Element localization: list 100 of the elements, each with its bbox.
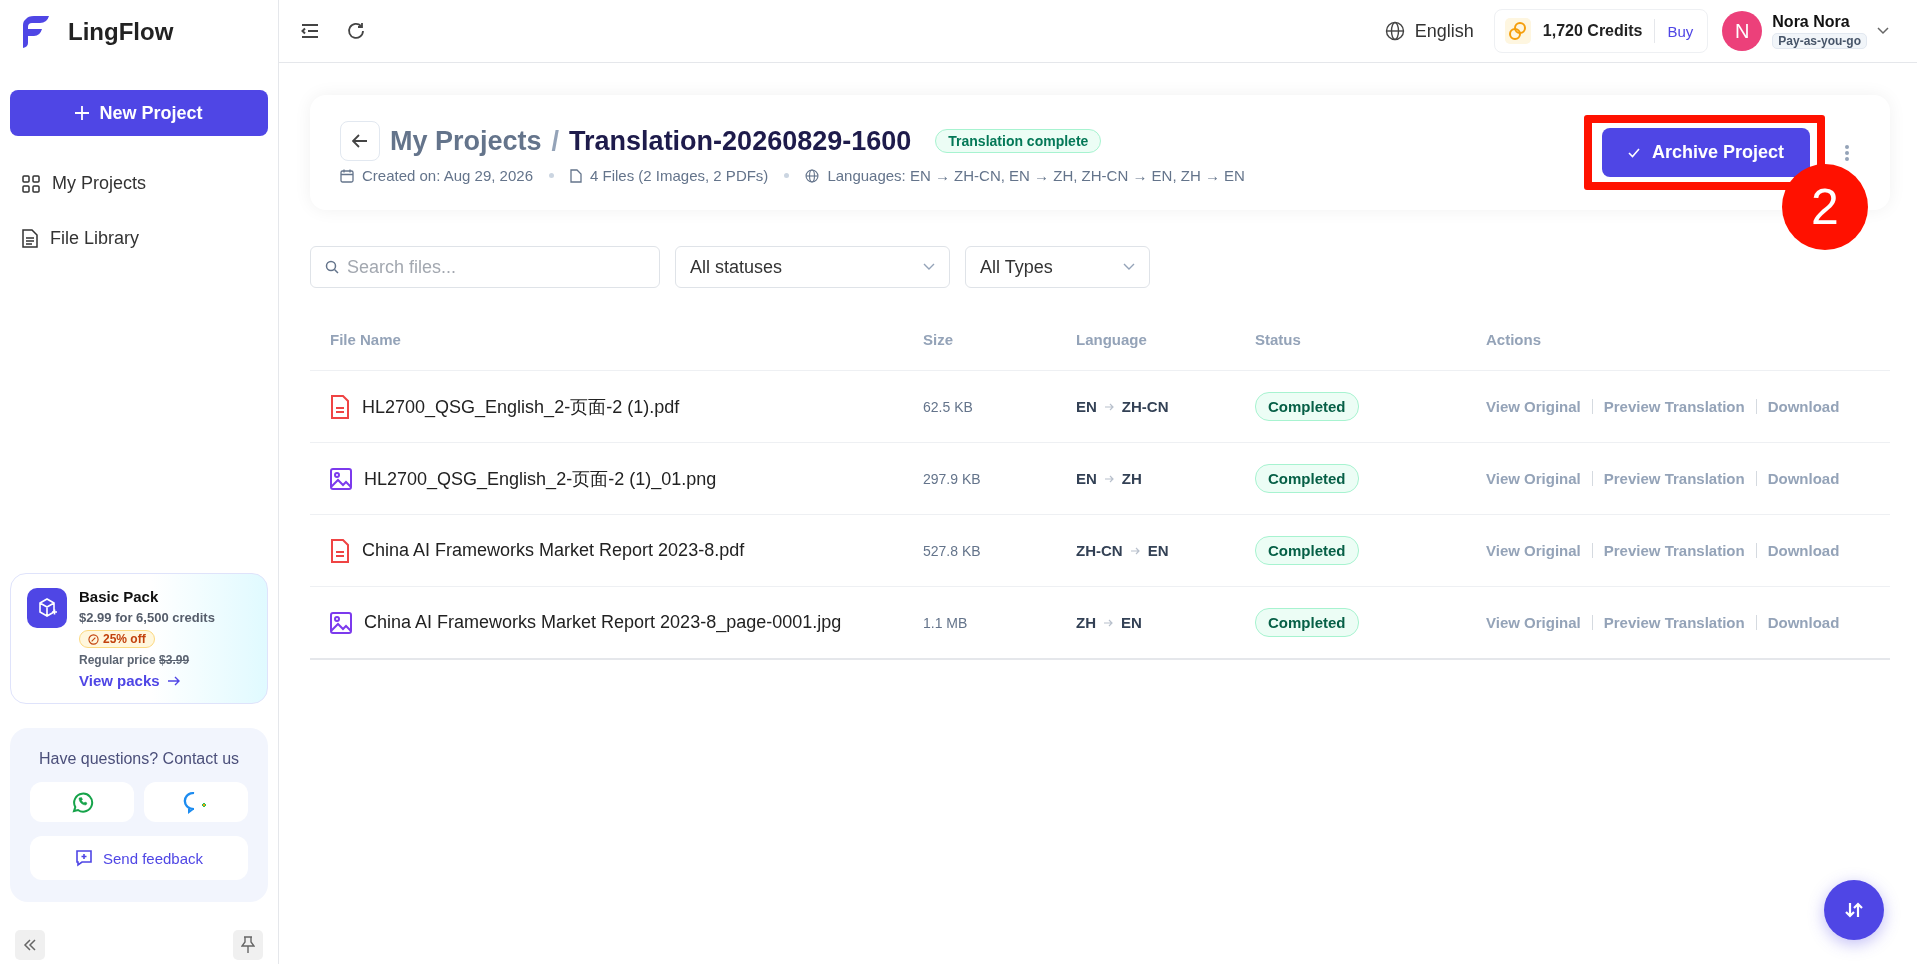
percent-icon — [88, 633, 99, 645]
action-link[interactable]: View Original — [1486, 398, 1581, 415]
target-language: EN — [1121, 614, 1142, 631]
column-header: Size — [923, 330, 954, 348]
action-link[interactable]: Preview Translation — [1603, 542, 1745, 559]
promo-title: Basic Pack — [79, 588, 159, 605]
user-menu[interactable]: N Nora Nora Pay-as-you-go — [1722, 11, 1889, 51]
created-date: Created on: Aug 29, 2026 — [362, 167, 533, 184]
breadcrumb-link[interactable]: My Projects — [390, 125, 542, 157]
action-link[interactable]: Download — [1767, 614, 1840, 631]
avatar: N — [1722, 11, 1763, 51]
file-size: 297.9 KB — [923, 470, 982, 487]
file-name: China AI Frameworks Market Report 2023-8.pdf — [362, 540, 745, 561]
status-badge: Completed — [1255, 536, 1359, 565]
type-filter-dropdown[interactable]: All Types — [965, 246, 1150, 288]
source-language: EN — [1076, 470, 1097, 487]
sidebar-item[interactable]: My Projects — [10, 156, 268, 211]
promo-price: $2.99 for 6,500 credits — [79, 610, 215, 625]
calendar-icon — [340, 168, 354, 183]
target-language: ZH — [1121, 470, 1142, 487]
action-link[interactable]: Download — [1767, 398, 1840, 415]
archive-project-button[interactable]: Archive Project — [1601, 128, 1810, 177]
source-language: EN — [1076, 398, 1097, 415]
column-header: Language — [1076, 330, 1148, 348]
target-language: ZH-CN — [1121, 398, 1169, 415]
swap-button[interactable] — [1824, 880, 1884, 940]
chevron-down-icon — [1877, 27, 1889, 35]
languages-summary: Languages: EN → ZH-CN, EN → ZH, ZH-CN → EN, ZH → EN — [827, 167, 1245, 184]
status-badge: Completed — [1255, 392, 1359, 421]
new-project-button[interactable]: New Project — [10, 90, 268, 136]
search-field[interactable]: Search files... — [310, 246, 660, 288]
double-chevron-icon — [23, 939, 37, 951]
action-link[interactable]: View Original — [1486, 470, 1581, 487]
annotation-number: 2 — [1782, 164, 1868, 250]
file-size: 1.1 MB — [923, 614, 969, 631]
breadcrumb-separator: / — [551, 125, 560, 157]
feedback-icon — [74, 849, 93, 867]
arrow-right-icon — [1104, 402, 1114, 411]
file-name: HL2700_QSG_English_2-页面-2 (1).pdf — [362, 395, 680, 419]
action-link[interactable]: View Original — [1486, 542, 1581, 559]
column-header: Status — [1255, 330, 1302, 348]
collapse-button[interactable] — [15, 930, 45, 960]
back-button[interactable] — [340, 121, 380, 161]
column-header: File Name — [330, 330, 402, 348]
pin-button[interactable] — [233, 930, 263, 960]
arrow-right-icon — [1104, 474, 1114, 483]
image-file-icon — [330, 467, 352, 490]
send-feedback-button[interactable]: Send feedback — [30, 836, 248, 880]
file-icon — [570, 168, 582, 183]
file-size: 62.5 KB — [923, 398, 974, 415]
check-icon — [1627, 147, 1640, 158]
target-language: EN — [1147, 542, 1169, 559]
menu-icon[interactable] — [301, 23, 319, 39]
plus-icon — [75, 106, 90, 120]
view-packs-link[interactable]: View packs — [79, 672, 180, 689]
arrow-left-icon — [352, 134, 368, 148]
sort-arrows-icon — [1845, 902, 1863, 918]
pdf-file-icon — [330, 394, 350, 419]
package-icon — [27, 588, 67, 628]
column-header: Actions — [1486, 330, 1542, 348]
buy-link[interactable]: Buy — [1667, 22, 1694, 40]
pin-icon — [241, 936, 255, 954]
file-name: China AI Frameworks Market Report 2023-8_page-0001.jpg — [364, 612, 842, 633]
action-link[interactable]: Download — [1767, 470, 1840, 487]
action-link[interactable]: Preview Translation — [1603, 470, 1745, 487]
brand-name: LingFlow — [68, 18, 174, 46]
grid-icon — [22, 174, 40, 193]
whatsapp-button[interactable] — [30, 782, 134, 822]
file-count: 4 Files (2 Images, 2 PDFs) — [590, 167, 769, 184]
action-link[interactable]: Preview Translation — [1603, 614, 1745, 631]
language-selector[interactable]: English — [1378, 19, 1480, 43]
status-filter-dropdown[interactable]: All statuses — [675, 246, 950, 288]
discount-badge: 25% off — [79, 630, 155, 648]
chevron-down-icon — [923, 263, 935, 271]
action-link[interactable]: Preview Translation — [1603, 398, 1745, 415]
file-name: HL2700_QSG_English_2-页面-2 (1)_01.png — [364, 467, 717, 491]
image-file-icon — [330, 611, 352, 634]
action-link[interactable]: Download — [1767, 542, 1840, 559]
arrow-right-icon — [1104, 618, 1113, 627]
sidebar-item[interactable]: File Library — [10, 211, 268, 266]
pdf-file-icon — [330, 538, 350, 563]
status-badge: Completed — [1255, 464, 1359, 493]
search-icon — [325, 260, 339, 274]
more-icon[interactable] — [1844, 143, 1850, 162]
regular-price-label: Regular price — [79, 653, 156, 667]
globe-icon — [1384, 21, 1405, 41]
credits-balance: 1,720 Credits — [1542, 22, 1643, 40]
file-size: 527.8 KB — [923, 542, 982, 559]
globe-icon — [805, 168, 820, 183]
refresh-icon[interactable] — [347, 22, 365, 40]
phone-chat-icon — [70, 790, 94, 814]
source-language: ZH-CN — [1076, 542, 1123, 559]
document-icon — [22, 229, 38, 248]
project-title: Translation-20260829-1600 — [569, 125, 912, 157]
coins-icon — [1504, 18, 1531, 44]
action-link[interactable]: View Original — [1486, 614, 1581, 631]
chevron-down-icon — [1123, 263, 1135, 271]
plan-badge: Pay-as-you-go — [1772, 33, 1867, 49]
logo-icon — [22, 15, 50, 49]
user-name: Nora Nora — [1772, 13, 1850, 31]
